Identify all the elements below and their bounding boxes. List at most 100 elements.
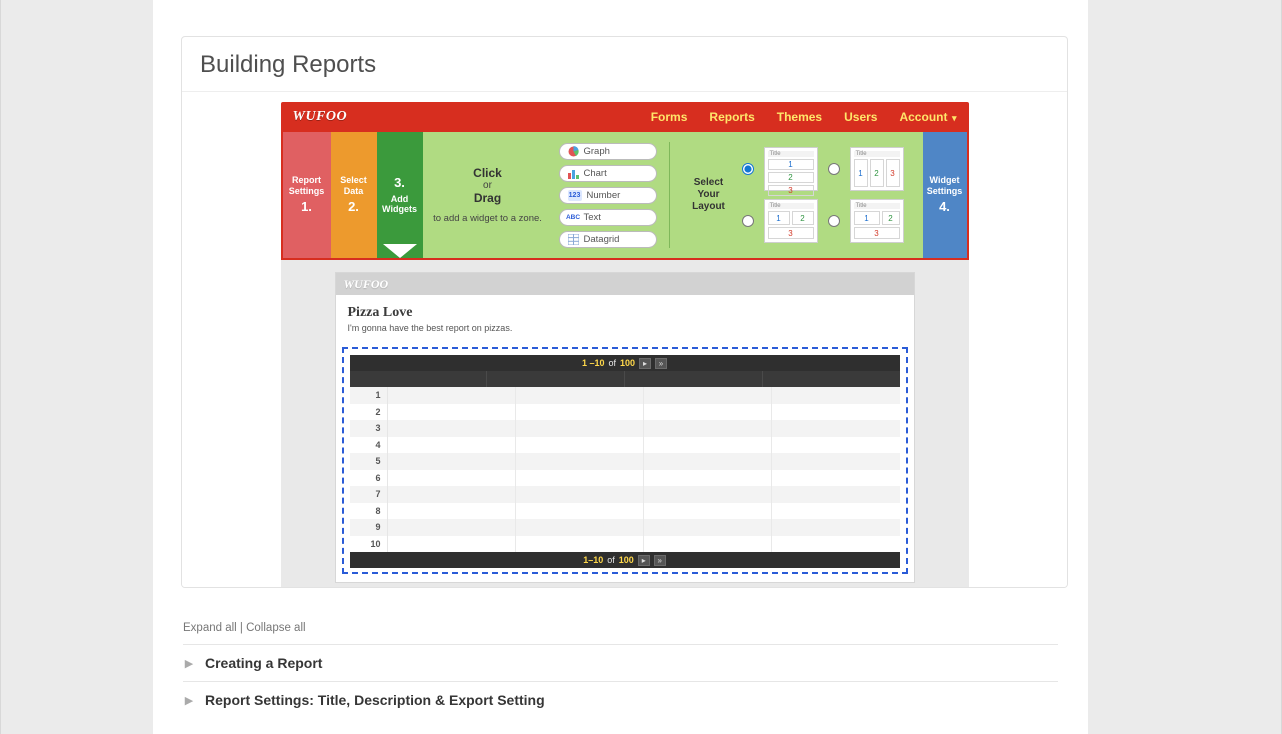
table-row: 10 — [350, 536, 900, 553]
pager-last-button[interactable]: » — [654, 555, 666, 566]
cell — [772, 387, 899, 404]
layout-chooser: Select Your Layout Title123 Title123 Tit… — [676, 132, 923, 258]
wufoo-logo: WUFOO — [293, 109, 348, 125]
layout-radio-2[interactable] — [828, 163, 840, 175]
widget-label: Number — [587, 190, 621, 201]
layout-thumb-2[interactable]: Title123 — [850, 147, 904, 191]
report-subtitle: I'm gonna have the best report on pizzas… — [348, 323, 902, 333]
layout-thumb-4[interactable]: Title123 — [850, 199, 904, 243]
cell — [516, 503, 644, 520]
cell — [644, 503, 772, 520]
widget-text[interactable]: ABCText — [559, 209, 657, 226]
cell — [772, 486, 899, 503]
pager-total: 100 — [619, 555, 634, 565]
row-number: 7 — [350, 486, 388, 503]
cell — [388, 470, 516, 487]
report-title: Pizza Love — [348, 305, 902, 321]
cell — [644, 453, 772, 470]
cell — [644, 486, 772, 503]
widget-number[interactable]: 123Number — [559, 187, 657, 204]
cell — [644, 536, 772, 553]
preview-logo-bar: WUFOO — [336, 273, 914, 295]
layout-radio-4[interactable] — [828, 215, 840, 227]
layout-thumb-3[interactable]: Title123 — [764, 199, 818, 243]
cell — [516, 470, 644, 487]
widget-graph[interactable]: Graph — [559, 143, 657, 160]
widget-datagrid[interactable]: Datagrid — [559, 231, 657, 248]
pager-next-button[interactable]: ▸ — [639, 358, 651, 369]
widget-label: Text — [584, 212, 601, 223]
table-row: 1 — [350, 387, 900, 404]
toc-item[interactable]: ▶ Creating a Report — [183, 645, 1058, 682]
layout-radio-1[interactable] — [742, 163, 754, 175]
step-label: Select Data — [335, 175, 373, 197]
nav-themes[interactable]: Themes — [777, 110, 822, 124]
widget-label: Graph — [584, 146, 610, 157]
report-preview: WUFOO Pizza Love I'm gonna have the best… — [281, 260, 969, 587]
cell — [388, 387, 516, 404]
nav-users[interactable]: Users — [844, 110, 877, 124]
row-number: 3 — [350, 420, 388, 437]
cell — [772, 536, 899, 553]
table-row: 4 — [350, 437, 900, 454]
step-widget-settings[interactable]: Widget Settings 4. — [923, 132, 967, 258]
cell — [772, 437, 899, 454]
card-title: Building Reports — [200, 51, 1049, 79]
cell — [516, 437, 644, 454]
widget-label: Chart — [584, 168, 607, 179]
bar-icon — [568, 168, 579, 179]
collapse-all-link[interactable]: Collapse all — [246, 622, 305, 634]
instruction-sub: to add a widget to a zone. — [433, 213, 542, 225]
cell — [644, 420, 772, 437]
step-number: 3. — [394, 175, 405, 191]
row-number: 4 — [350, 437, 388, 454]
instruction-panel: Click or Drag to add a widget to a zone. — [423, 132, 553, 258]
cell — [644, 404, 772, 421]
cell — [772, 420, 899, 437]
row-number: 8 — [350, 503, 388, 520]
workarea: Click or Drag to add a widget to a zone.… — [423, 132, 923, 258]
nav-forms[interactable]: Forms — [651, 110, 688, 124]
cell — [644, 387, 772, 404]
layout-radio-3[interactable] — [742, 215, 754, 227]
cell — [388, 486, 516, 503]
layout-thumb-1[interactable]: Title123 — [764, 147, 818, 191]
drop-zone[interactable]: 1 –10 of 100 ▸ » 12345678910 1–10 of — [342, 347, 908, 574]
vertical-divider — [669, 142, 670, 248]
cell — [644, 437, 772, 454]
cell — [388, 536, 516, 553]
row-number: 5 — [350, 453, 388, 470]
widget-chart[interactable]: Chart — [559, 165, 657, 182]
pager-last-button[interactable]: » — [655, 358, 667, 369]
down-arrow-icon — [377, 244, 423, 258]
caret-down-icon: ▾ — [949, 113, 956, 123]
pie-icon — [568, 146, 579, 157]
cell — [772, 453, 899, 470]
preview-logo: WUFOO — [344, 277, 389, 292]
pager-total: 100 — [620, 358, 635, 368]
pager-next-button[interactable]: ▸ — [638, 555, 650, 566]
cell — [644, 470, 772, 487]
cell — [388, 437, 516, 454]
cell — [516, 453, 644, 470]
step-select-data[interactable]: Select Data 2. — [331, 132, 377, 258]
row-number: 1 — [350, 387, 388, 404]
cell — [516, 404, 644, 421]
step-report-settings[interactable]: Report Settings 1. — [283, 132, 331, 258]
step-add-widgets[interactable]: 3. Add Widgets — [377, 132, 423, 258]
row-number: 10 — [350, 536, 388, 553]
wufoo-steps: Report Settings 1. Select Data 2. 3. Add… — [281, 132, 969, 260]
toc-item[interactable]: ▶ Report Settings: Title, Description & … — [183, 682, 1058, 718]
pager-top: 1 –10 of 100 ▸ » — [350, 355, 900, 371]
instruction-or: or — [483, 180, 492, 191]
cell — [772, 404, 899, 421]
cell — [772, 519, 899, 536]
table-row: 5 — [350, 453, 900, 470]
triangle-right-icon: ▶ — [183, 657, 195, 670]
step-number: 2. — [348, 199, 359, 215]
layout-label: Select Your Layout — [684, 177, 734, 213]
pager-range: 1 –10 — [582, 358, 605, 368]
nav-account[interactable]: Account ▾ — [899, 110, 956, 124]
expand-all-link[interactable]: Expand all — [183, 622, 237, 634]
nav-reports[interactable]: Reports — [709, 110, 754, 124]
